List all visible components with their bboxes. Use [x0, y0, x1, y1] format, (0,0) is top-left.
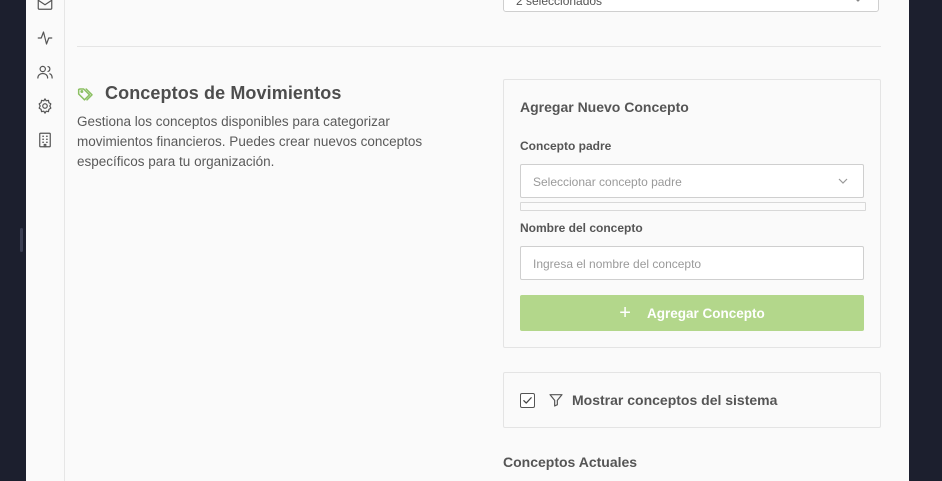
chevron-down-icon: [838, 178, 848, 184]
chevron-down-icon: [856, 0, 860, 2]
frame-notch: [20, 228, 23, 252]
add-concept-button[interactable]: + Agregar Concepto: [520, 295, 864, 331]
sidebar: [26, 0, 65, 481]
activity-icon[interactable]: [35, 28, 55, 48]
tags-icon: [77, 87, 93, 101]
filter-icon: [549, 394, 563, 407]
building-icon[interactable]: [35, 130, 55, 150]
section-divider: [77, 46, 881, 47]
section-title: Conceptos de Movimientos: [105, 83, 342, 103]
settings-icon[interactable]: [35, 96, 55, 116]
users-icon[interactable]: [35, 62, 55, 82]
concept-name-placeholder: Ingresa el nombre del concepto: [533, 257, 702, 271]
mail-icon[interactable]: [35, 0, 55, 14]
top-multiselect-value: 2 seleccionados: [516, 0, 603, 8]
parent-concept-select[interactable]: Seleccionar concepto padre: [520, 164, 864, 198]
check-icon: [523, 397, 532, 404]
system-concepts-toggle-card: Mostrar conceptos del sistema: [503, 372, 881, 428]
section-description: Gestiona los conceptos disponibles para …: [77, 114, 423, 169]
main-content: 2 seleccionados Conceptos de Movimientos…: [65, 0, 909, 481]
top-multiselect[interactable]: 2 seleccionados: [503, 0, 879, 12]
add-concept-title: Agregar Nuevo Concepto: [520, 99, 689, 115]
concept-name-input[interactable]: Ingresa el nombre del concepto: [520, 246, 864, 280]
add-concept-card: Agregar Nuevo Concepto Concepto padre Se…: [503, 79, 881, 348]
parent-concept-dropdown-list[interactable]: [520, 202, 866, 211]
device-frame-left: [0, 0, 26, 481]
show-system-concepts-label: Mostrar conceptos del sistema: [572, 392, 778, 408]
parent-concept-placeholder: Seleccionar concepto padre: [533, 175, 682, 189]
app-window: 2 seleccionados Conceptos de Movimientos…: [26, 0, 909, 481]
show-system-concepts-checkbox[interactable]: [520, 393, 535, 408]
device-frame-right: [909, 0, 942, 481]
current-concepts-title: Conceptos Actuales: [503, 454, 638, 470]
parent-concept-label: Concepto padre: [520, 139, 612, 153]
section-header: Conceptos de Movimientos: [77, 83, 341, 104]
add-concept-button-label: Agregar Concepto: [646, 305, 765, 321]
plus-icon: +: [619, 302, 631, 324]
concept-name-label: Nombre del concepto: [520, 221, 643, 235]
